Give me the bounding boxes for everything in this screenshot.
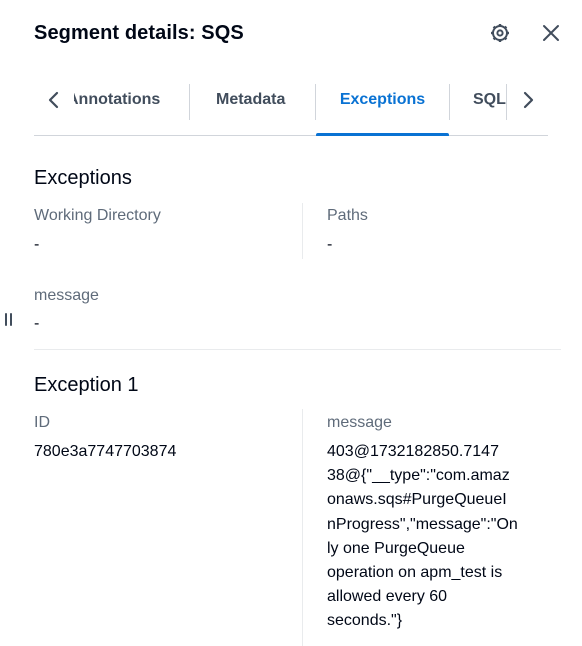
tab-metadata[interactable]: Metadata [216,80,285,136]
exception-message-value: 403@1732182850.7147 38@{"__type":"com.am… [327,440,532,634]
close-icon [543,25,559,41]
panel-header: Segment details: SQS [34,20,564,46]
close-button[interactable] [539,21,563,45]
tab-divider [506,84,507,120]
message-line: seconds."} [327,612,403,630]
settings-button[interactable] [488,21,512,45]
paths-value: - [327,236,333,253]
working-directory-label: Working Directory [34,207,161,224]
message-line: ly one PurgeQueue [327,539,465,557]
tab-label: Annotations [74,91,161,108]
column-divider [302,409,303,646]
tab-sql[interactable]: SQL [473,80,506,136]
page-title: Segment details: SQS [34,22,244,44]
resize-handle[interactable] [3,313,13,329]
exception-id-label: ID [34,414,50,431]
tab-label: Metadata [216,91,286,108]
message-value: - [34,315,40,332]
message-line: 38@{"__type":"com.amaz [327,467,510,485]
tab-exceptions[interactable]: Exceptions [316,80,449,136]
exceptions-heading: Exceptions [34,167,132,189]
message-label: message [34,287,99,304]
message-line: nProgress","message":"On [327,515,518,533]
column-divider [302,203,303,259]
gear-icon [491,24,509,42]
tab-bar: Annotations Metadata Exceptions SQL [34,80,548,136]
segment-details-panel: Segment details: SQS Annotations Metadat… [34,0,564,646]
message-line: operation on apm_test is [327,564,503,582]
chevron-left-icon [48,91,59,109]
section-divider [34,349,561,350]
tab-divider [189,84,190,120]
tabs-scroll-left-button[interactable] [42,88,66,112]
paths-label: Paths [327,207,368,224]
message-line: allowed every 60 [327,588,448,606]
exception-1-heading: Exception 1 [34,374,139,396]
exception-message-label: message [327,414,392,431]
tab-label: SQL [473,91,506,108]
message-line: onaws.sqs#PurgeQueueI [327,491,507,509]
working-directory-value: - [34,236,40,253]
tab-label: Exceptions [339,91,426,108]
tab-divider [449,84,450,120]
tab-strip: Annotations Metadata Exceptions SQL [74,80,510,136]
tab-annotations[interactable]: Annotations [74,80,204,136]
chevron-right-icon [523,91,534,109]
tabs-scroll-right-button[interactable] [516,88,540,112]
exception-id-value: 780e3a7747703874 [34,443,177,460]
message-line: 403@1732182850.7147 [327,443,499,460]
